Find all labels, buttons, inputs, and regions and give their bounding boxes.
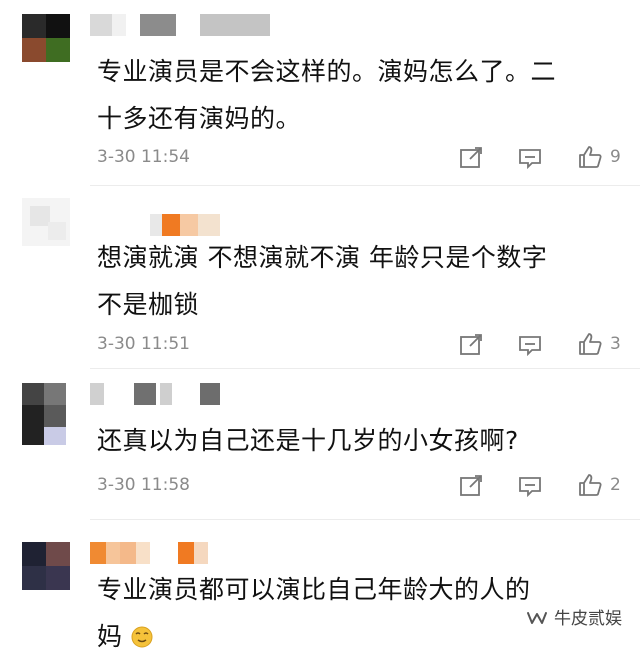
share-icon[interactable] [458, 332, 484, 358]
avatar[interactable] [22, 198, 70, 246]
reply-icon[interactable] [517, 473, 543, 499]
comment-item: 专业演员都可以演比自己年龄大的人的 妈 [0, 520, 640, 651]
avatar[interactable] [22, 383, 66, 445]
comment-item: 专业演员是不会这样的。演妈怎么了。二 十多还有演妈的。 3-30 11:54 9 [0, 0, 640, 185]
comment-time: 3-30 11:58 [97, 475, 190, 495]
like-icon[interactable] [577, 144, 603, 170]
comment-item: 想演就演 不想演就不演 年龄只是个数字 不是枷锁 3-30 11:51 3 [0, 186, 640, 366]
avatar[interactable] [22, 14, 70, 62]
username[interactable] [90, 542, 230, 564]
avatar[interactable] [22, 542, 70, 590]
comment-time: 3-30 11:51 [97, 334, 190, 354]
comment-time: 3-30 11:54 [97, 147, 190, 167]
share-icon[interactable] [458, 473, 484, 499]
like-icon[interactable] [577, 472, 603, 498]
reply-icon[interactable] [517, 145, 543, 171]
comment-item: 还真以为自己还是十几岁的小女孩啊? 3-30 11:58 2 [0, 369, 640, 519]
username[interactable] [150, 214, 230, 236]
username[interactable] [90, 14, 280, 36]
watermark-text: 牛皮贰娱 [554, 609, 622, 629]
wechat-channel-icon [526, 609, 548, 625]
comment-text: 专业演员是不会这样的。演妈怎么了。二 十多还有演妈的。 [97, 57, 557, 133]
watermark: 牛皮贰娱 [526, 604, 622, 629]
comment-text: 还真以为自己还是十几岁的小女孩啊? [97, 426, 519, 455]
comment-text: 想演就演 不想演就不演 年龄只是个数字 不是枷锁 [97, 243, 548, 319]
hehe-emoji-icon [131, 616, 153, 651]
like-count: 9 [610, 147, 621, 167]
username[interactable] [90, 383, 230, 405]
like-count: 2 [610, 475, 621, 495]
share-icon[interactable] [458, 145, 484, 171]
like-count: 3 [610, 334, 621, 354]
comment-list-page: 专业演员是不会这样的。演妈怎么了。二 十多还有演妈的。 3-30 11:54 9 [0, 0, 640, 651]
reply-icon[interactable] [517, 332, 543, 358]
like-icon[interactable] [577, 331, 603, 357]
